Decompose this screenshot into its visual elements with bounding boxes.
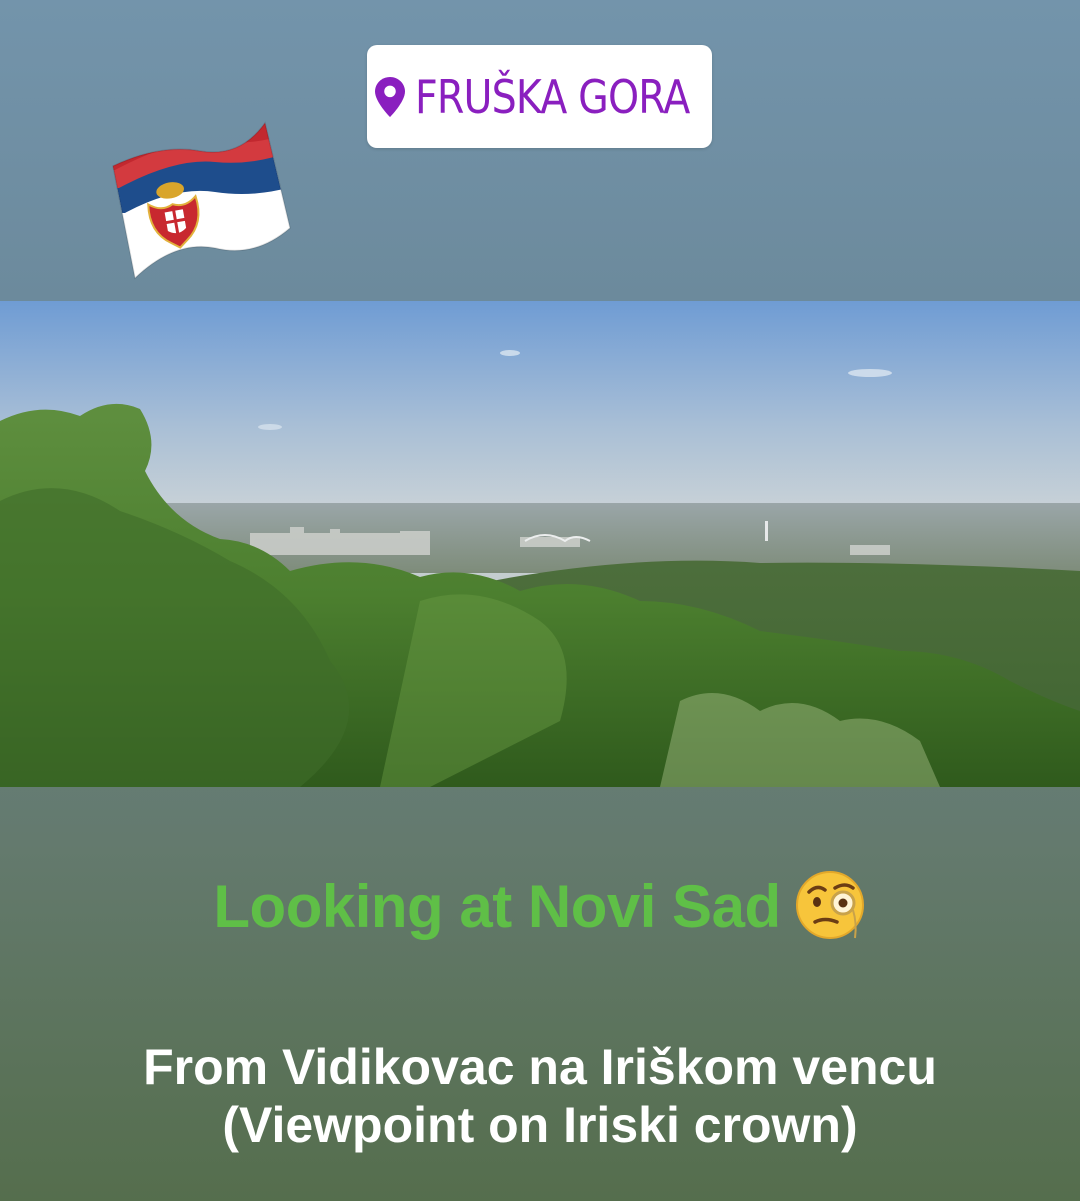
caption-main-text: Looking at Novi Sad — [213, 873, 781, 940]
caption-sub-line1: From Vidikovac na Iriškom vencu — [143, 1039, 937, 1095]
landscape-scene — [0, 301, 1080, 787]
caption-sub-line2: (Viewpoint on Iriski crown) — [222, 1097, 858, 1153]
location-sticker[interactable]: FRUŠKA GORA — [367, 45, 712, 148]
caption-sub: From Vidikovac na Iriškom vencu (Viewpoi… — [0, 1038, 1080, 1154]
face-with-monocle-icon — [795, 871, 864, 940]
location-pin-icon — [374, 76, 405, 117]
caption-main: Looking at Novi Sad — [0, 871, 1080, 948]
serbia-flag-icon[interactable] — [105, 118, 295, 283]
location-label: FRUŠKA GORA — [414, 69, 690, 124]
landscape-photo — [0, 301, 1080, 787]
